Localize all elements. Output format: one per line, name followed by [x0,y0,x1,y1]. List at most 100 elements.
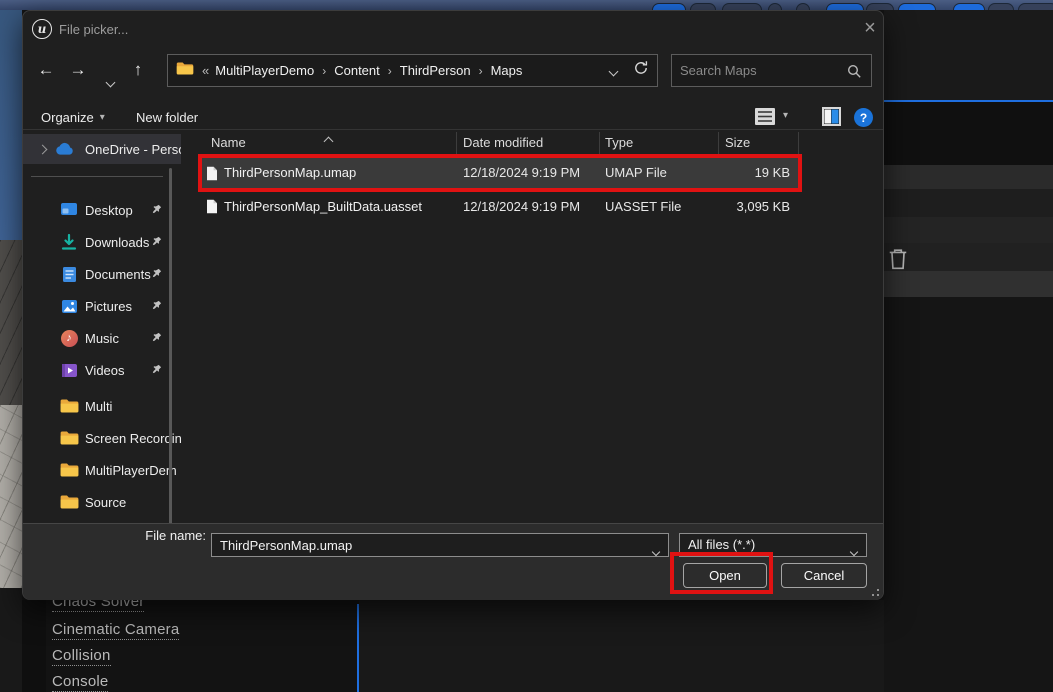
recent-locations-chevron-icon[interactable] [101,54,119,86]
documents-icon [59,264,79,284]
folder-icon [59,460,79,480]
sidebar-item-source[interactable]: Source [23,487,181,517]
sidebar-item-label: Music [85,331,119,346]
view-options-caret-icon[interactable]: ▾ [783,110,788,121]
column-header-type[interactable]: Type [605,130,633,156]
search-box [671,54,872,87]
breadcrumb-item[interactable]: Content [332,63,382,78]
pin-icon[interactable] [150,267,163,285]
editor-toolbar-button [768,3,782,10]
onedrive-cloud-icon [55,139,75,159]
details-view-icon[interactable] [754,107,776,131]
column-header-date-modified[interactable]: Date modified [463,130,543,156]
forward-icon[interactable]: → [65,54,91,86]
pin-icon[interactable] [150,299,163,317]
address-bar[interactable]: « MultiPlayerDemo › Content › ThirdPerso… [167,54,658,87]
sidebar-item-label: Multi [85,399,112,414]
dialog-title: File picker... [59,22,128,37]
unreal-engine-logo-icon: u [32,19,52,39]
sidebar-item-label: MultiPlayerDem [85,463,177,478]
sidebar-item-desktop[interactable]: Desktop [23,195,181,225]
help-icon[interactable]: ? [854,108,873,127]
sidebar-item-label: OneDrive - Perso [85,142,181,157]
sidebar-item-multiplayerdemo[interactable]: MultiPlayerDem [23,455,181,485]
refresh-icon[interactable] [633,60,649,81]
file-picker-dialog: u File picker... × ← → ↑ « MultiPlayerDe… [22,10,884,600]
editor-toolbar-button [988,3,1014,10]
editor-toolbar-button [866,3,894,10]
pin-icon[interactable] [150,235,163,253]
close-icon[interactable]: × [859,18,881,40]
up-icon[interactable]: ↑ [125,54,151,86]
panel-row [884,271,1053,297]
column-header-size[interactable]: Size [725,130,750,156]
organize-caret-icon: ▾ [100,112,105,123]
breadcrumb-chevron-icon[interactable]: › [473,64,489,78]
settings-link-console[interactable]: Console [52,673,108,692]
sidebar-item-onedrive[interactable]: OneDrive - Perso [23,134,181,164]
sidebar-item-multi[interactable]: Multi [23,391,181,421]
screen: Chaos Solver Cinematic Camera Collision … [0,0,1053,692]
breadcrumb-item[interactable]: ThirdPerson [398,63,473,78]
file-name-combo [211,533,669,557]
file-type-dropdown-chevron-icon [851,542,857,560]
viewport-floor [0,405,22,588]
sidebar-item-label: Downloads [85,235,149,250]
folder-icon [59,396,79,416]
search-input[interactable] [680,55,840,86]
panel-splitter-line [357,604,359,692]
preview-pane-icon[interactable] [822,107,841,131]
viewport-geometry [0,240,22,405]
folder-icon [59,428,79,448]
sidebar-item-music[interactable]: ♪ Music [23,323,181,353]
downloads-icon [59,232,79,252]
panel-row [884,217,1053,243]
expand-chevron-icon[interactable] [39,140,46,158]
sidebar-item-label: Documents [85,267,151,282]
pictures-icon [59,296,79,316]
new-folder-button[interactable]: New folder [136,105,198,129]
breadcrumb-item[interactable]: MultiPlayerDemo [213,63,316,78]
trash-icon[interactable] [888,248,908,275]
videos-icon [59,360,79,380]
file-row-thirdpersonmap-umap[interactable]: ThirdPersonMap.umap 12/18/2024 9:19 PM U… [200,158,800,188]
file-name-label: File name: [119,528,206,543]
sidebar-item-label: Pictures [85,299,132,314]
panel-row [884,165,1053,189]
pin-icon[interactable] [150,331,163,349]
organize-button[interactable]: Organize ▾ [41,105,105,129]
sidebar-item-pictures[interactable]: Pictures [23,291,181,321]
pin-icon[interactable] [150,363,163,381]
sidebar-item-screen-recordings[interactable]: Screen Recordin [23,423,181,453]
editor-toolbar-button [796,3,810,10]
column-header-name[interactable]: Name [211,130,246,156]
breadcrumb-overflow-chevrons[interactable]: « [202,63,209,78]
breadcrumb-chevron-icon[interactable]: › [316,64,332,78]
file-row-thirdpersonmap-builtdata-uasset[interactable]: ThirdPersonMap_BuiltData.uasset 12/18/20… [200,194,800,220]
editor-toolbar-button [953,3,985,10]
editor-toolbar-button [1018,3,1053,10]
resize-grip[interactable] [868,585,879,596]
pin-icon[interactable] [150,203,163,221]
sidebar-scrollbar[interactable] [169,168,172,523]
editor-settings-panel [22,600,884,692]
open-button[interactable]: Open [683,563,767,588]
sidebar-item-documents[interactable]: Documents [23,259,181,289]
file-list: Name Date modified Type Size ThirdPerson… [181,130,885,523]
back-icon[interactable]: ← [33,54,59,86]
sidebar-item-videos[interactable]: Videos [23,355,181,385]
settings-link-collision[interactable]: Collision [52,647,111,666]
file-name-dropdown-chevron-icon[interactable] [653,542,659,560]
file-type-select[interactable]: All files (*.*) [679,533,867,557]
desktop-icon [59,200,79,220]
sidebar-item-downloads[interactable]: Downloads [23,227,181,257]
breadcrumb-item[interactable]: Maps [489,63,525,78]
file-name-input[interactable] [220,534,640,556]
sidebar-item-label: Videos [85,363,125,378]
editor-details-panel [884,10,1053,692]
breadcrumb-chevron-icon[interactable]: › [382,64,398,78]
address-dropdown-chevron-icon[interactable] [610,62,617,80]
settings-link-cinematic-camera[interactable]: Cinematic Camera [52,621,179,640]
editor-top-toolbar [0,0,1053,10]
cancel-button[interactable]: Cancel [781,563,867,588]
